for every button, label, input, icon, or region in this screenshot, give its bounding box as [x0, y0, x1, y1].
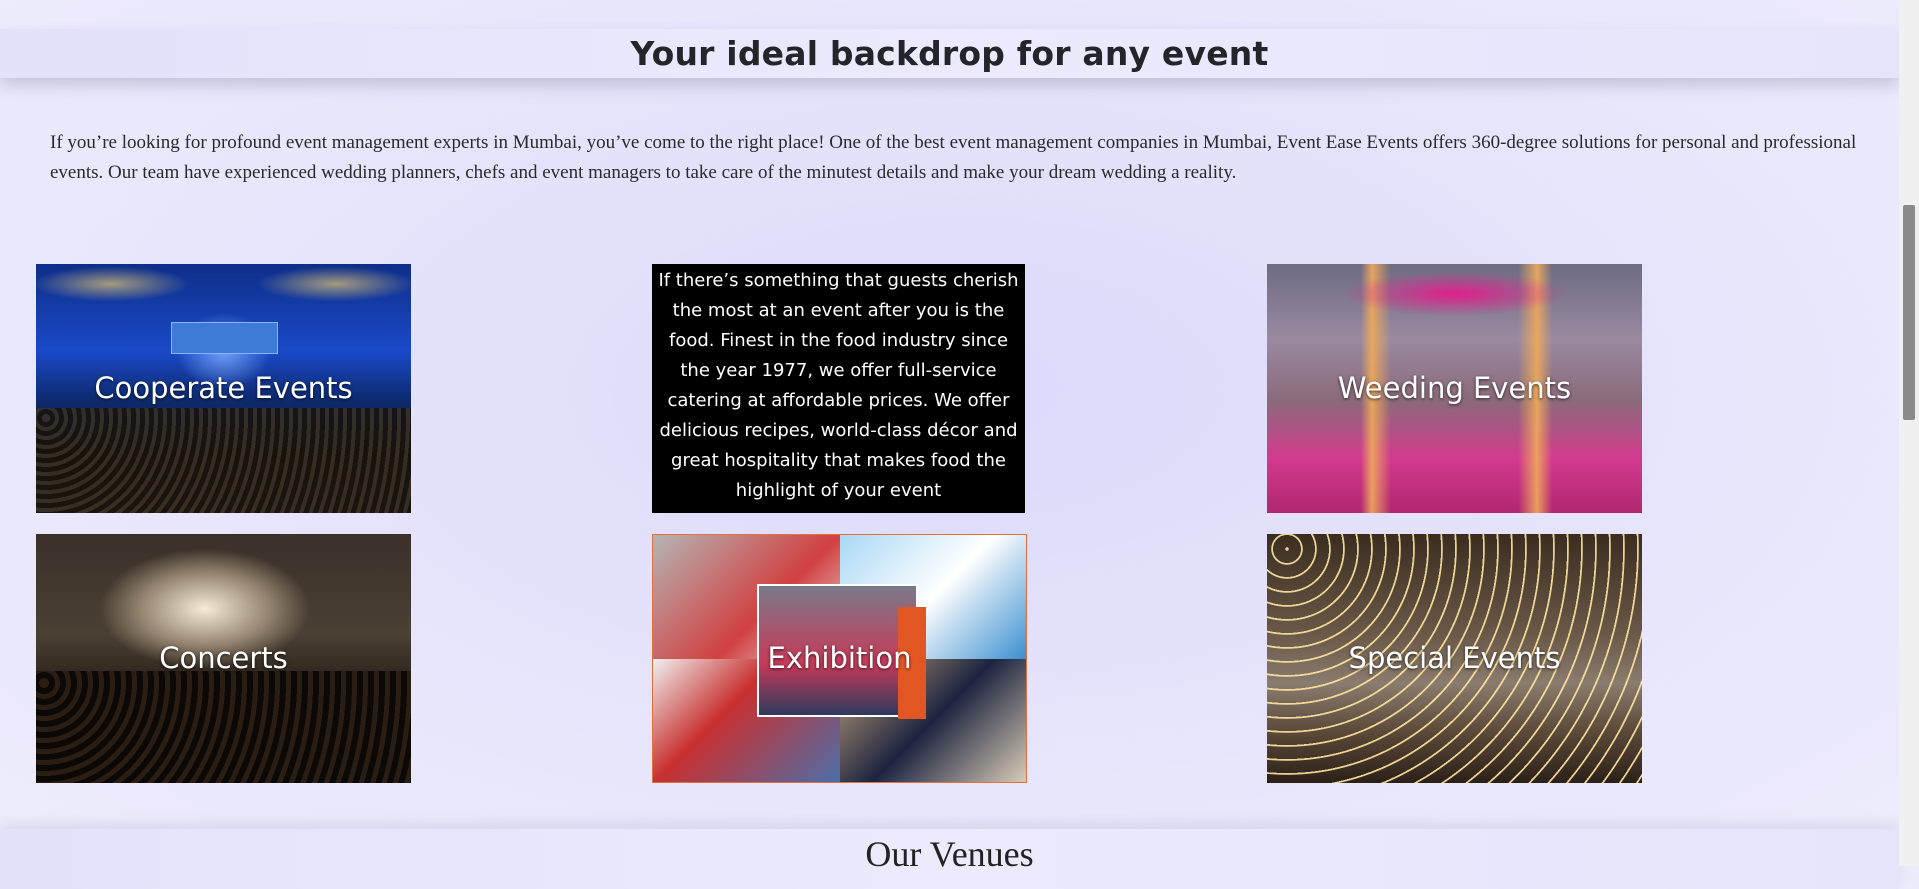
intro-paragraph: If you’re looking for profound event man…	[50, 132, 1857, 183]
audience	[36, 408, 411, 513]
venues-title: Our Venues	[865, 834, 1034, 874]
exhibition-card[interactable]: Exhibition	[652, 534, 1027, 783]
section-title: Your ideal backdrop for any event	[630, 34, 1269, 73]
corporate-events-card[interactable]: Cooperate Events	[36, 264, 411, 513]
concerts-label: Concerts	[159, 641, 288, 675]
stage-screen	[171, 322, 278, 354]
wedding-events-label: Weeding Events	[1337, 371, 1572, 405]
scrollbar-thumb[interactable]	[1903, 205, 1915, 420]
special-events-label: Special Events	[1348, 641, 1561, 675]
concert-crowd	[36, 670, 411, 783]
wedding-events-card[interactable]: Weeding Events	[1267, 264, 1642, 513]
corporate-events-label: Cooperate Events	[94, 371, 353, 405]
page: Your ideal backdrop for any event If you…	[0, 0, 1899, 889]
concerts-card[interactable]: Concerts	[36, 534, 411, 783]
special-events-card[interactable]: Special Events	[1267, 534, 1642, 783]
catering-text-card: If there’s something that guests cherish…	[652, 264, 1025, 513]
exhibition-label: Exhibition	[767, 641, 912, 675]
venues-section-header: Our Venues	[0, 829, 1899, 889]
vertical-scrollbar[interactable]	[1899, 0, 1919, 866]
section-banner: Your ideal backdrop for any event	[0, 29, 1899, 78]
